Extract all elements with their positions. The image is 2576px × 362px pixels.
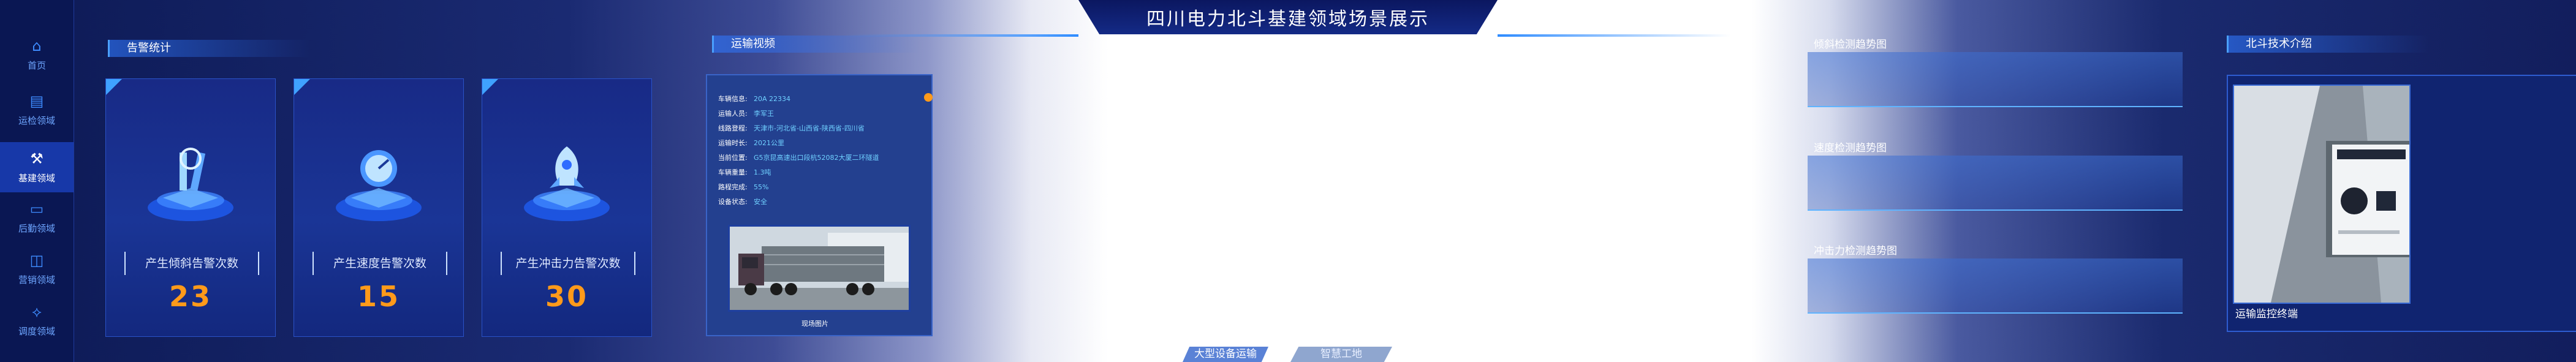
book-icon: ▭ [29, 200, 44, 217]
chart-speed-trend[interactable] [1808, 156, 2183, 211]
tilt-icon [148, 148, 233, 221]
sidebar-item-marketing[interactable]: ◫ 营销领域 [0, 244, 74, 294]
field-distance: 运输时长: 2021公里 [718, 139, 784, 147]
field-route: 线路登程: 天津市-河北省-山西省-陕西省-四川省 [718, 124, 865, 132]
sidebar-item-inspection[interactable]: ▤ 运检领域 [0, 85, 74, 135]
chart-icon: ◫ [29, 251, 44, 269]
terminal-photo[interactable] [2233, 85, 2411, 304]
page-title: 四川电力北斗基建领域场景展示 [1146, 9, 1430, 30]
crane-icon: ⚒ [30, 149, 44, 167]
field-personnel: 运输人员: 李军王 [718, 110, 774, 118]
home-icon: ⌂ [32, 37, 42, 55]
sidebar-item-label: 首页 [27, 59, 46, 71]
section-header-transport: 运输视频 [712, 36, 920, 53]
chart-title-tilt: 倾斜检测趋势图 [1814, 39, 1887, 51]
title-underline-right [1498, 34, 1730, 37]
section-header-beidou: 北斗技术介绍 [2227, 36, 2429, 53]
clipboard-icon: ▤ [29, 92, 44, 110]
sidebar-item-label: 基建领域 [18, 172, 55, 184]
sidebar-item-infrastructure[interactable]: ⚒ 基建领域 [0, 142, 74, 192]
field-weight: 车辆重量: 1.3吨 [718, 168, 771, 176]
network-icon: ⟡ [32, 303, 42, 320]
alarm-card-label: 产生倾斜告警次数 [124, 252, 259, 275]
alarm-card-value: 23 [169, 280, 212, 313]
field-progress: 路程完成: 55% [718, 183, 769, 191]
chart-tilt-trend[interactable] [1808, 52, 2183, 107]
sidebar-item-logistics[interactable]: ▭ 后勤领域 [0, 192, 74, 243]
sidebar-item-dispatch[interactable]: ⟡ 调度领域 [0, 295, 74, 345]
terminal-photo-caption: 运输监控终端 [2235, 308, 2298, 320]
section-header-alarm: 告警统计 [108, 40, 310, 57]
status-dot [924, 93, 933, 102]
chart-title-speed: 速度检测趋势图 [1814, 142, 1887, 154]
sidebar-item-label: 营销领域 [18, 274, 55, 285]
chart-impact-trend[interactable] [1808, 258, 2183, 314]
tab-smart-site[interactable]: 智慧工地 [1290, 347, 1392, 362]
truck-image [730, 227, 909, 310]
field-vehicle: 车辆信息: 20A 22334 [718, 95, 791, 103]
chart-title-impact: 冲击力检测趋势图 [1814, 245, 1897, 257]
terminal-device-image [2234, 86, 2409, 303]
rocket-icon [524, 146, 610, 221]
speedometer-icon [336, 150, 422, 221]
sidebar-item-label: 调度领域 [18, 325, 55, 337]
card-corner-accent [106, 79, 122, 95]
alarm-card-value: 15 [357, 280, 400, 313]
site-photo-caption: 现场图片 [801, 320, 828, 328]
alarm-card-impact[interactable]: 产生冲击力告警次数 30 [482, 78, 652, 337]
sidebar-item-home[interactable]: ⌂ 首页 [0, 29, 74, 80]
alarm-card-label: 产生冲击力告警次数 [501, 252, 635, 275]
sidebar-item-label: 后勤领域 [18, 222, 55, 234]
field-device-status: 设备状态: 安全 [718, 198, 767, 206]
field-location: 当前位置: G5京昆高速出口段杭52082大厦二环隧道 [718, 154, 879, 162]
card-corner-accent [482, 79, 498, 95]
alarm-card-label: 产生速度告警次数 [313, 252, 447, 275]
tab-large-equipment-transport[interactable]: 大型设备运输 [1183, 347, 1268, 362]
card-corner-accent [294, 79, 310, 95]
sidebar: ⌂ 首页 ▤ 运检领域 ⚒ 基建领域 ▭ 后勤领域 ◫ 营销领域 ⟡ 调度领域 [0, 0, 74, 362]
alarm-card-speed[interactable]: 产生速度告警次数 15 [294, 78, 464, 337]
site-photo[interactable] [728, 225, 911, 312]
alarm-card-tilt[interactable]: 产生倾斜告警次数 23 [105, 78, 276, 337]
alarm-card-value: 30 [545, 280, 588, 313]
sidebar-item-label: 运检领域 [18, 115, 55, 126]
